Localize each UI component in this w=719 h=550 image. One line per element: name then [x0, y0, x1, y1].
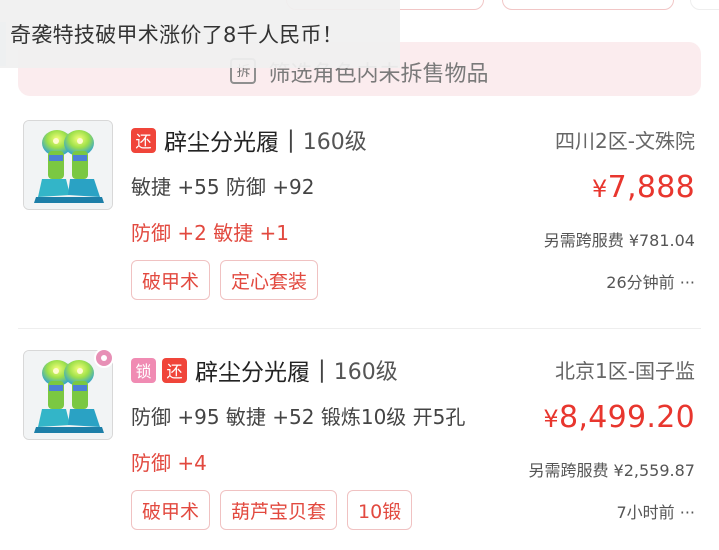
item-title-row: 还 辟尘分光履 | 160级	[131, 123, 367, 157]
item-thumbnail[interactable]	[23, 120, 113, 210]
item-divider	[18, 328, 701, 329]
return-badge: 还	[131, 127, 156, 153]
notification-dot	[94, 348, 114, 368]
top-filter-pill[interactable]	[502, 0, 674, 10]
title-separator: |	[287, 127, 295, 153]
toast-notification: 奇袭特技破甲术涨价了8千人民币！	[0, 0, 400, 68]
cross-server-fee: 另需跨服费 ¥781.04	[543, 231, 695, 250]
lock-badge: 锁	[131, 357, 156, 383]
item-stats: 敏捷 +55 防御 +92	[131, 175, 315, 199]
item-name: 辟尘分光履	[164, 130, 279, 156]
tag-skill[interactable]: 破甲术	[131, 260, 211, 300]
currency-symbol: ¥	[592, 175, 608, 203]
item-tags: 破甲术 葫芦宝贝套 10锻	[131, 490, 413, 530]
title-separator: |	[318, 357, 326, 383]
toast-message: 奇袭特技破甲术涨价了8千人民币！	[10, 23, 344, 47]
item-level: 160级	[302, 130, 367, 155]
tag-set[interactable]: 定心套装	[220, 260, 319, 300]
tag-forge-level[interactable]: 10锻	[347, 490, 413, 530]
item-bonus-stats: 防御 +4	[131, 451, 207, 475]
price-value: 7,888	[607, 170, 695, 205]
item-bonus-stats: 防御 +2 敏捷 +1	[131, 221, 290, 245]
cross-server-fee: 另需跨服费 ¥2,559.87	[528, 461, 695, 480]
item-title-row: 锁 还 辟尘分光履 | 160级	[131, 353, 398, 387]
return-badge: 还	[162, 357, 187, 383]
top-filter-pill[interactable]	[690, 0, 719, 10]
listing-time[interactable]: 7小时前 ···	[616, 499, 695, 523]
item-stats: 防御 +95 敏捷 +52 锻炼10级 开5孔	[131, 405, 466, 429]
tag-set[interactable]: 葫芦宝贝套	[220, 490, 338, 530]
item-price: ¥7,888	[592, 170, 695, 205]
server-name: 四川2区-文殊院	[555, 129, 695, 153]
currency-symbol: ¥	[543, 405, 559, 433]
boots-icon	[24, 121, 112, 209]
item-price: ¥8,499.20	[543, 400, 695, 435]
item-tags: 破甲术 定心套装	[131, 260, 319, 300]
price-value: 8,499.20	[559, 400, 695, 435]
item-name: 辟尘分光履	[195, 360, 310, 386]
item-level: 160级	[333, 360, 398, 385]
tag-skill[interactable]: 破甲术	[131, 490, 211, 530]
listing-time[interactable]: 26分钟前 ···	[606, 269, 695, 293]
server-name: 北京1区-国子监	[555, 359, 695, 383]
